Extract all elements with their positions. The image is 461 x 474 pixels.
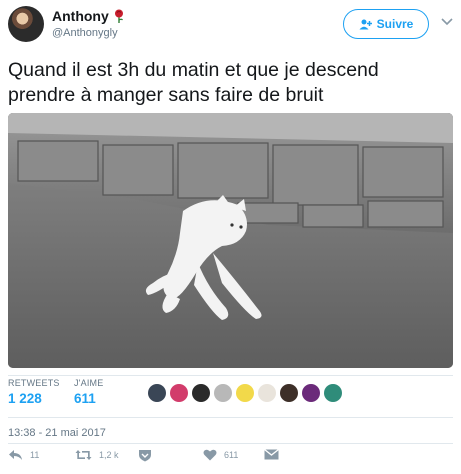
follow-button-label: Suivre	[376, 17, 414, 31]
tweet-text: Quand il est 3h du matin et que je desce…	[8, 58, 453, 108]
divider	[8, 417, 453, 418]
likes-stat[interactable]: J'AIME 611	[74, 378, 103, 406]
divider	[8, 443, 453, 444]
liker-avatar[interactable]	[280, 384, 298, 402]
shield-heart-icon	[139, 450, 151, 462]
likes-label: J'AIME	[74, 378, 104, 388]
reply-count: 11	[30, 450, 40, 460]
tweet-header: Anthony @Anthonygly Suivre	[0, 0, 461, 52]
liker-avatar[interactable]	[148, 384, 166, 402]
liker-avatar[interactable]	[192, 384, 210, 402]
retweet-count: 1,2 k	[99, 450, 119, 460]
like-count: 611	[224, 450, 239, 460]
liker-avatar[interactable]	[236, 384, 254, 402]
bookmark-button[interactable]	[138, 449, 152, 462]
retweets-label: RETWEETS	[8, 378, 60, 388]
author-name[interactable]: Anthony	[52, 8, 109, 24]
likes-value: 611	[74, 391, 96, 406]
liker-avatar[interactable]	[258, 384, 276, 402]
cat-photo-image	[8, 113, 453, 368]
divider	[8, 375, 453, 376]
like-button[interactable]: 611	[203, 449, 238, 461]
envelope-icon	[264, 449, 279, 460]
reply-icon	[9, 450, 22, 460]
follow-button[interactable]: Suivre	[343, 9, 429, 39]
reply-button[interactable]: 11	[8, 449, 39, 461]
tweet-photo[interactable]	[8, 113, 453, 368]
liker-avatars	[148, 384, 342, 402]
liker-avatar[interactable]	[324, 384, 342, 402]
author-handle[interactable]: @Anthonygly	[52, 27, 118, 39]
heart-icon	[203, 449, 217, 461]
liker-avatar[interactable]	[302, 384, 320, 402]
chevron-down-icon[interactable]	[440, 16, 454, 26]
rose-icon	[114, 9, 123, 23]
tweet-actions: 11 1,2 k 611	[0, 449, 461, 469]
liker-avatar[interactable]	[214, 384, 232, 402]
author-name-line: Anthony	[52, 8, 125, 24]
tweet-text-line-2: prendre à manger sans faire de bruit	[8, 84, 324, 106]
direct-message-button[interactable]	[264, 449, 279, 460]
liker-avatar[interactable]	[170, 384, 188, 402]
tweet-text-line-1: Quand il est 3h du matin et que je desce…	[8, 59, 379, 81]
retweet-button[interactable]: 1,2 k	[75, 449, 119, 461]
retweets-stat[interactable]: RETWEETS 1 228	[8, 378, 60, 406]
add-user-icon	[359, 19, 372, 29]
retweet-icon	[75, 450, 92, 460]
avatar[interactable]	[8, 6, 44, 42]
retweets-value: 1 228	[8, 391, 42, 406]
tweet-timestamp[interactable]: 13:38 - 21 mai 2017	[8, 427, 106, 439]
